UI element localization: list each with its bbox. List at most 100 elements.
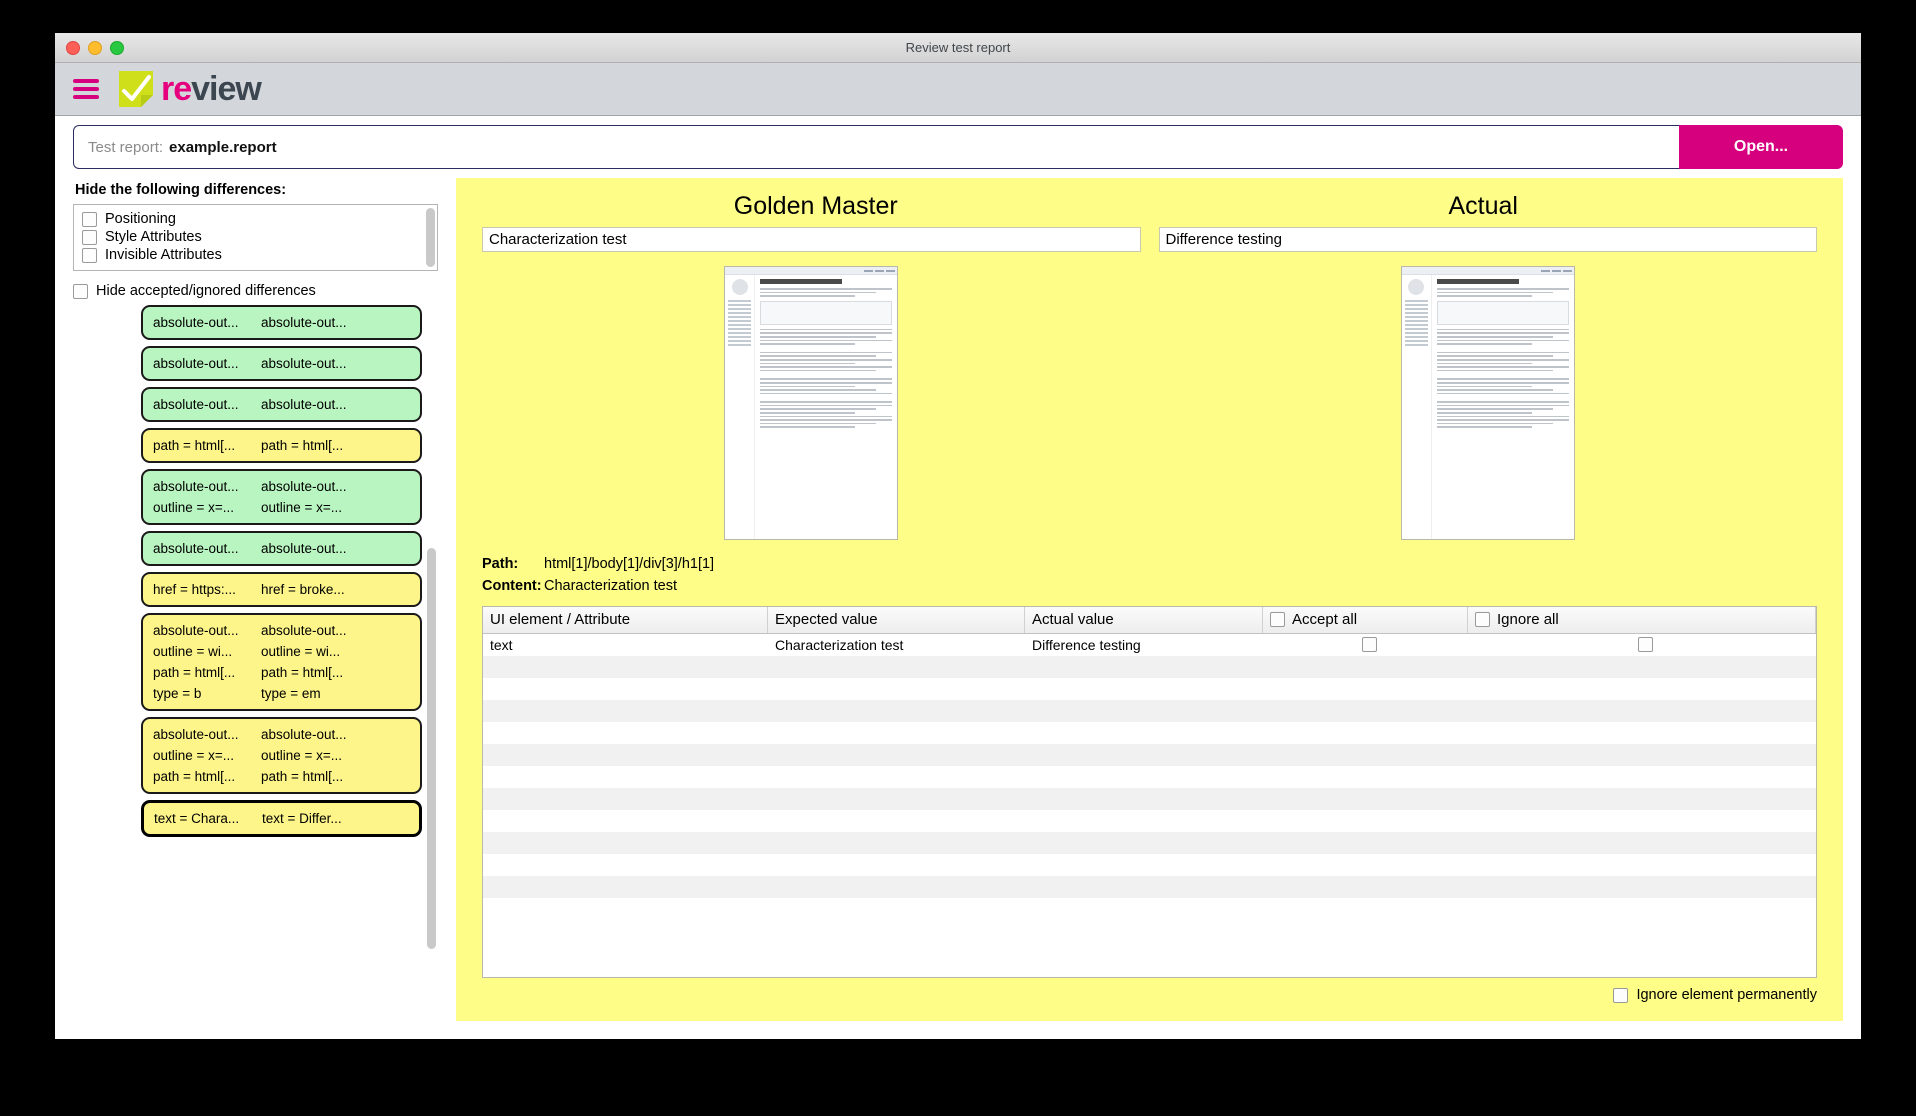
hide-accepted-ignored-row[interactable]: Hide accepted/ignored differences [73, 283, 438, 299]
golden-master-title: Golden Master [733, 192, 898, 220]
accept-all-label: Accept all [1292, 611, 1358, 628]
diff-actual: absolute-out... [261, 541, 347, 556]
diff-expected: absolute-out... [153, 541, 239, 556]
scrollbar-thumb[interactable] [427, 548, 436, 950]
diff-expected: outline = wi... [153, 644, 233, 659]
diff-actual: outline = x=... [261, 748, 343, 763]
list-item-selected[interactable]: text = Chara... text = Differ... [141, 800, 422, 837]
diff-expected: path = html[... [153, 438, 236, 453]
golden-master-value-field[interactable]: Characterization test [482, 227, 1141, 252]
row-ignore-checkbox[interactable] [1638, 637, 1653, 652]
column-header-accept-all[interactable]: Accept all [1263, 606, 1468, 633]
difference-list-container: absolute-out... absolute-out... absolute… [73, 305, 438, 1021]
sidebar: Hide the following differences: Position… [73, 178, 438, 1021]
list-item[interactable]: absolute-out... absolute-out... outline … [141, 469, 422, 525]
window-titlebar: Review test report [55, 33, 1861, 63]
path-row: Path: html[1]/body[1]/div[3]/h1[1] [482, 554, 1817, 576]
cell-accept[interactable] [1263, 634, 1468, 656]
hide-accepted-ignored-label: Hide accepted/ignored differences [96, 283, 316, 299]
column-header-element[interactable]: UI element / Attribute [483, 606, 768, 633]
difference-list[interactable]: absolute-out... absolute-out... absolute… [73, 305, 438, 1021]
list-item[interactable]: absolute-out... absolute-out... outline … [141, 613, 422, 711]
diff-actual: path = html[... [261, 665, 344, 680]
list-item[interactable]: absolute-out... absolute-out... [141, 305, 422, 340]
logo-text-re: re [161, 70, 192, 108]
list-item[interactable]: absolute-out... absolute-out... [141, 346, 422, 381]
thumbnail-content [1432, 275, 1574, 539]
ignore-all-label: Ignore all [1497, 611, 1559, 628]
filter-list-scrollbar[interactable] [426, 208, 435, 267]
table-row-empty [483, 831, 1816, 854]
ignore-all-checkbox[interactable] [1475, 612, 1490, 627]
actual-value-field[interactable]: Difference testing [1158, 227, 1817, 252]
ignore-element-permanently-label: Ignore element permanently [1636, 987, 1817, 1003]
list-item[interactable]: path = html[... path = html[... [141, 428, 422, 463]
filter-invisible-attributes-checkbox[interactable] [82, 247, 97, 263]
filter-item-positioning[interactable]: Positioning [82, 211, 429, 227]
table-row[interactable]: text Characterization test Difference te… [483, 634, 1816, 656]
diff-actual: outline = x=... [261, 500, 343, 515]
diff-expected: type = b [153, 686, 202, 701]
table-row-empty [483, 722, 1816, 744]
diff-line: outline = x=... outline = x=... [153, 500, 410, 515]
test-report-field[interactable]: Test report: example.report [73, 125, 1679, 169]
window-title: Review test report [905, 40, 1011, 55]
ignore-element-permanently-checkbox[interactable] [1613, 987, 1629, 1003]
list-item[interactable]: absolute-out... absolute-out... outline … [141, 717, 422, 794]
golden-master-page-thumbnail[interactable] [724, 266, 899, 540]
filter-item-invisible-attributes[interactable]: Invisible Attributes [82, 247, 429, 263]
row-accept-checkbox[interactable] [1361, 637, 1377, 652]
filter-positioning-checkbox[interactable] [82, 211, 97, 227]
diff-line: type = b type = em [153, 686, 410, 701]
hide-accepted-ignored-checkbox[interactable] [73, 283, 88, 299]
checkmark-logo-icon [113, 69, 157, 109]
cell-ignore[interactable] [1468, 634, 1816, 656]
diff-actual: href = broke... [261, 582, 345, 597]
menu-icon[interactable] [73, 78, 99, 100]
diff-line: absolute-out... absolute-out... [153, 397, 410, 412]
app-logo-text: review [161, 70, 262, 108]
table-empty-rows [483, 655, 1816, 978]
filter-item-style-attributes[interactable]: Style Attributes [82, 229, 429, 245]
table-row-empty [483, 810, 1816, 832]
actual-page-thumbnail[interactable] [1400, 266, 1575, 540]
cell-actual: Difference testing [1032, 636, 1141, 653]
diff-actual: absolute-out... [261, 727, 347, 742]
test-report-label: Test report: [88, 138, 164, 156]
table-row-empty [483, 766, 1816, 788]
app-logo: review [113, 69, 262, 109]
diff-line: path = html[... path = html[... [153, 438, 410, 453]
diff-actual: absolute-out... [261, 623, 347, 638]
diff-expected: path = html[... [153, 769, 236, 784]
diff-actual: absolute-out... [261, 356, 347, 371]
column-header-expected[interactable]: Expected value [768, 606, 1025, 633]
thumbnail-sidebar [725, 275, 756, 539]
list-item[interactable]: href = https:... href = broke... [141, 572, 422, 607]
accept-all-checkbox[interactable] [1270, 612, 1285, 627]
diff-expected: absolute-out... [153, 356, 239, 371]
list-item[interactable]: absolute-out... absolute-out... [141, 387, 422, 422]
diff-line: absolute-out... absolute-out... [153, 727, 410, 742]
diff-line: href = https:... href = broke... [153, 582, 410, 597]
column-header-ignore-all[interactable]: Ignore all [1468, 606, 1816, 633]
thumbnail-heading [1436, 279, 1519, 284]
filter-style-attributes-label: Style Attributes [105, 229, 202, 245]
diff-line: path = html[... path = html[... [153, 769, 410, 784]
golden-master-preview-cell [482, 266, 1141, 540]
thumbnail-logo-icon [731, 279, 748, 295]
diff-line: absolute-out... absolute-out... [153, 541, 410, 556]
column-header-actual[interactable]: Actual value [1025, 606, 1263, 633]
test-report-value: example.report [169, 138, 277, 156]
diff-line: absolute-out... absolute-out... [153, 479, 410, 494]
open-button[interactable]: Open... [1679, 125, 1843, 169]
list-item[interactable]: absolute-out... absolute-out... [141, 531, 422, 566]
diff-actual: absolute-out... [261, 479, 347, 494]
filter-style-attributes-checkbox[interactable] [82, 229, 97, 245]
thumbnail-sidebar [1402, 275, 1432, 539]
difference-list-scrollbar[interactable] [427, 305, 436, 1021]
path-value: html[1]/body[1]/div[3]/h1[1] [544, 556, 715, 572]
app-toolbar: review [55, 63, 1861, 116]
diff-actual: text = Differ... [262, 811, 342, 826]
ignore-element-permanently-row[interactable]: Ignore element permanently [482, 987, 1817, 1003]
diff-line: text = Chara... text = Differ... [154, 811, 409, 826]
